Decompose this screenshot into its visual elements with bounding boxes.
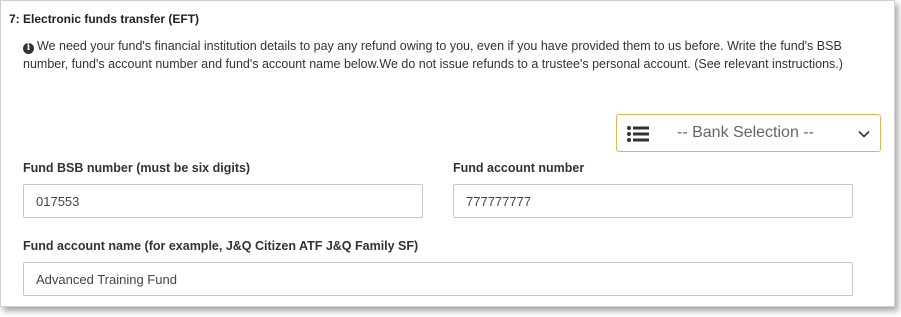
bsb-label: Fund BSB number (must be six digits) <box>23 161 251 175</box>
account-name-input[interactable] <box>23 262 853 296</box>
bank-selection-label: -- Bank Selection -- <box>677 124 814 141</box>
chevron-down-icon <box>858 130 870 138</box>
account-number-label: Fund account number <box>453 161 585 175</box>
eft-panel: 7: Electronic funds transfer (EFT) i We n… <box>0 0 895 307</box>
account-name-label: Fund account name (for example, J&Q Citi… <box>23 239 419 253</box>
bank-selection-dropdown[interactable]: -- Bank Selection -- <box>616 114 881 152</box>
bsb-input[interactable] <box>23 184 423 218</box>
info-message: i We need your fund's financial instituti… <box>23 37 863 73</box>
info-text: We need your fund's financial institutio… <box>23 39 843 71</box>
info-icon: i <box>23 43 34 54</box>
section-title: 7: Electronic funds transfer (EFT) <box>9 12 200 26</box>
account-number-input[interactable] <box>453 184 853 218</box>
list-icon <box>627 126 649 142</box>
